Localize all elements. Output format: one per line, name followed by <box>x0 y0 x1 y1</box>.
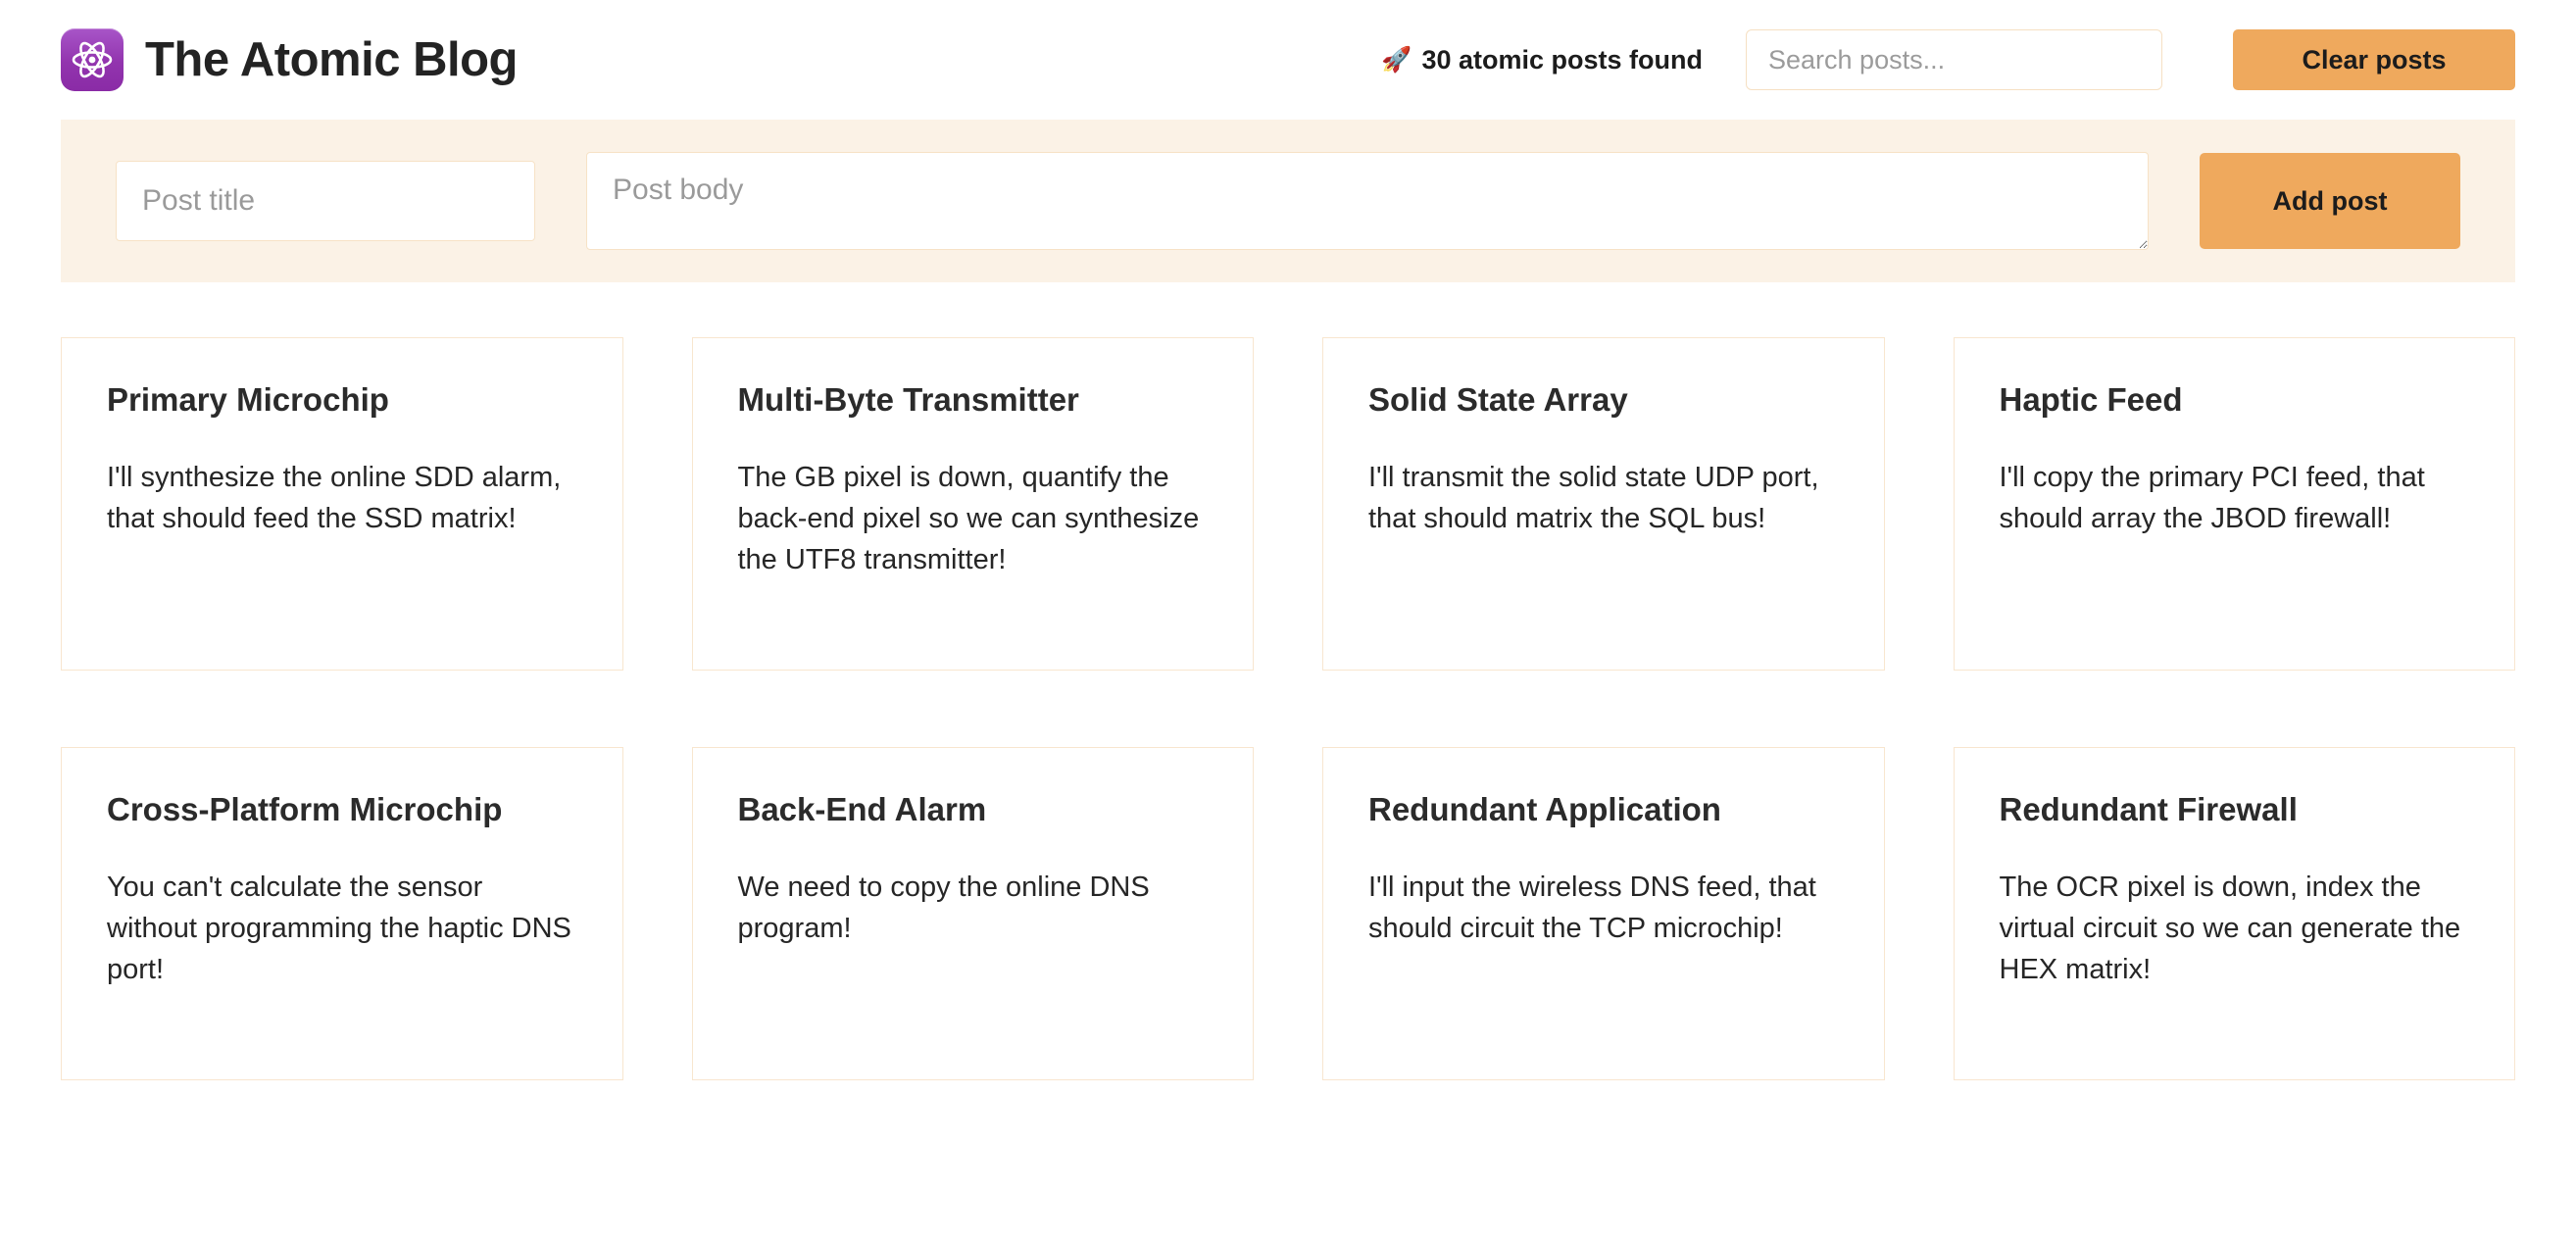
post-card-title: Redundant Firewall <box>1999 791 2298 827</box>
search-input[interactable] <box>1746 29 2162 90</box>
post-card-body: I'll copy the primary PCI feed, that sho… <box>1999 462 2425 535</box>
post-card-body: I'll input the wireless DNS feed, that s… <box>1368 872 1816 945</box>
post-card[interactable]: Haptic Feed I'll copy the primary PCI fee… <box>1953 337 2515 671</box>
clear-posts-button[interactable]: Clear posts <box>2233 29 2515 90</box>
brand: The Atomic Blog <box>61 28 518 91</box>
results-count-label: 30 atomic posts found <box>1421 44 1703 75</box>
app-header: The Atomic Blog 🚀 30 atomic posts found … <box>0 0 2576 120</box>
post-card-title: Back-End Alarm <box>737 791 987 827</box>
add-post-form: Add post <box>61 120 2515 282</box>
add-post-button[interactable]: Add post <box>2200 153 2460 249</box>
post-card-body: The OCR pixel is down, index the virtual… <box>1999 872 2461 986</box>
post-card-body: I'll transmit the solid state UDP port, … <box>1368 462 1819 535</box>
rocket-icon: 🚀 <box>1381 45 1412 74</box>
post-card[interactable]: Multi-Byte Transmitter The GB pixel is do… <box>691 337 1254 671</box>
post-card-title: Primary Microchip <box>107 381 389 418</box>
post-card-title: Multi-Byte Transmitter <box>737 381 1079 418</box>
post-card[interactable]: Redundant Firewall The OCR pixel is down,… <box>1953 747 2515 1080</box>
post-card-title: Solid State Array <box>1368 381 1628 418</box>
post-card[interactable]: Primary Microchip I'll synthesize the onl… <box>61 337 623 671</box>
post-card-title: Cross-Platform Microchip <box>107 791 503 827</box>
post-card[interactable]: Cross-Platform Microchip You can't calcul… <box>61 747 623 1080</box>
post-title-input[interactable] <box>116 161 535 241</box>
post-card-body: We need to copy the online DNS program! <box>737 872 1150 945</box>
post-body-textarea[interactable] <box>586 152 2149 250</box>
atom-icon <box>61 28 124 91</box>
app-root: The Atomic Blog 🚀 30 atomic posts found … <box>0 0 2576 1245</box>
post-card[interactable]: Back-End Alarm We need to copy the online… <box>691 747 1254 1080</box>
page-title: The Atomic Blog <box>145 33 518 86</box>
post-card-body: You can't calculate the sensor without p… <box>107 872 571 986</box>
results-count: 🚀 30 atomic posts found <box>1381 45 1703 75</box>
post-card-title: Haptic Feed <box>1999 381 2183 418</box>
post-card[interactable]: Redundant Application I'll input the wire… <box>1322 747 1885 1080</box>
post-card-body: The GB pixel is down, quantify the back-… <box>737 462 1200 576</box>
post-card[interactable]: Solid State Array I'll transmit the solid… <box>1322 337 1885 671</box>
post-card-body: I'll synthesize the online SDD alarm, th… <box>107 462 562 535</box>
post-card-title: Redundant Application <box>1368 791 1721 827</box>
posts-grid: Primary Microchip I'll synthesize the onl… <box>61 337 2515 1080</box>
